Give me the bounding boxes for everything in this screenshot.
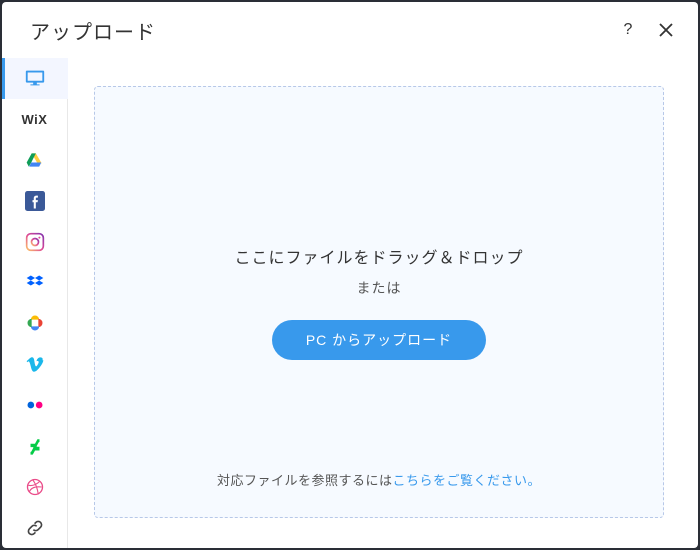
source-sidebar: WiX bbox=[2, 58, 68, 548]
instagram-icon bbox=[24, 231, 46, 253]
close-button[interactable] bbox=[656, 20, 676, 40]
modal-body: WiX bbox=[2, 58, 698, 548]
monitor-icon bbox=[24, 67, 46, 89]
header-actions: ? bbox=[618, 20, 676, 40]
upload-modal: アップロード ? WiX bbox=[2, 2, 698, 548]
dribbble-icon bbox=[24, 476, 46, 498]
facebook-icon bbox=[24, 190, 46, 212]
flickr-icon bbox=[24, 394, 46, 416]
dropbox-icon bbox=[24, 272, 46, 294]
sidebar-item-facebook[interactable] bbox=[2, 180, 68, 221]
sidebar-item-dribbble[interactable] bbox=[2, 466, 68, 507]
vimeo-icon bbox=[24, 353, 46, 375]
help-button[interactable]: ? bbox=[618, 20, 638, 40]
sidebar-item-instagram[interactable] bbox=[2, 221, 68, 262]
dropzone[interactable]: ここにファイルをドラッグ＆ドロップ または PC からアップロード 対応ファイル… bbox=[94, 86, 664, 518]
upload-from-pc-button[interactable]: PC からアップロード bbox=[272, 320, 486, 360]
sidebar-item-deviantart[interactable] bbox=[2, 425, 68, 466]
sidebar-item-vimeo[interactable] bbox=[2, 344, 68, 385]
google-photos-icon bbox=[24, 312, 46, 334]
sidebar-item-gphotos[interactable] bbox=[2, 303, 68, 344]
close-icon bbox=[659, 23, 673, 37]
sidebar-item-url[interactable] bbox=[2, 507, 68, 548]
modal-header: アップロード ? bbox=[2, 2, 698, 58]
sidebar-item-dropbox[interactable] bbox=[2, 262, 68, 303]
modal-title: アップロード bbox=[30, 16, 156, 45]
sidebar-item-flickr[interactable] bbox=[2, 385, 68, 426]
link-icon bbox=[24, 517, 46, 539]
main-panel: ここにファイルをドラッグ＆ドロップ または PC からアップロード 対応ファイル… bbox=[68, 58, 698, 548]
sidebar-item-wix[interactable]: WiX bbox=[2, 99, 68, 140]
drag-drop-text: ここにファイルをドラッグ＆ドロップ bbox=[234, 244, 523, 268]
supported-files-text: 対応ファイルを参照するにはこちらをご覧ください。 bbox=[217, 470, 541, 489]
supported-files-link[interactable]: こちらをご覧ください。 bbox=[393, 473, 542, 488]
deviantart-icon bbox=[24, 435, 46, 457]
or-text: または bbox=[357, 278, 402, 298]
sidebar-item-gdrive[interactable] bbox=[2, 140, 68, 181]
help-icon: ? bbox=[624, 21, 633, 39]
wix-icon: WiX bbox=[24, 108, 46, 130]
sidebar-item-computer[interactable] bbox=[2, 58, 68, 99]
google-drive-icon bbox=[24, 149, 46, 171]
footer-prefix: 対応ファイルを参照するには bbox=[217, 473, 393, 488]
